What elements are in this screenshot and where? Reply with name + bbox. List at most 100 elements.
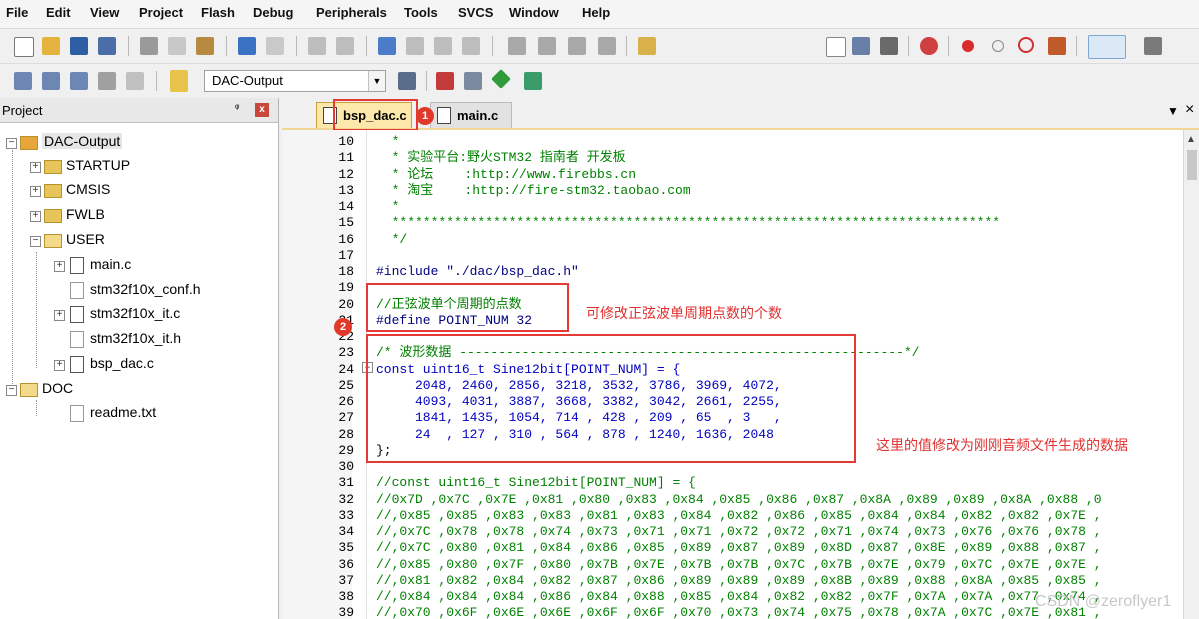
uncomment-icon[interactable] [598, 37, 616, 55]
settings-wrench-icon[interactable] [1144, 37, 1162, 55]
code-line[interactable]: //,0x84 ,0x84 ,0x84 ,0x86 ,0x84 ,0x88 ,0… [376, 589, 1102, 605]
menu-project[interactable]: Project [139, 5, 183, 20]
open-icon[interactable] [42, 37, 60, 55]
rebuild-icon[interactable] [42, 72, 60, 90]
cut-icon[interactable] [140, 37, 158, 55]
code-line[interactable]: * 实验平台:野火STM32 指南者 开发板 [376, 150, 626, 166]
tree-group-doc[interactable]: − DOC [6, 380, 206, 402]
tree-root[interactable]: − DAC-Output [6, 133, 266, 155]
code-line[interactable]: //,0x85 ,0x85 ,0x83 ,0x83 ,0x81 ,0x83 ,0… [376, 508, 1102, 524]
expand-icon[interactable]: + [30, 162, 41, 173]
nav-back-icon[interactable] [308, 37, 326, 55]
next-bookmark-icon[interactable] [434, 37, 452, 55]
menu-flash[interactable]: Flash [201, 5, 235, 20]
build-icon[interactable] [14, 72, 32, 90]
menu-help[interactable]: Help [582, 5, 610, 20]
code-line[interactable]: //0x7D ,0x7C ,0x7E ,0x81 ,0x80 ,0x83 ,0x… [376, 492, 1102, 508]
tree-file-it-h[interactable]: stm32f10x_it.h [54, 330, 254, 352]
save-all-icon[interactable] [98, 37, 116, 55]
debug-session-icon[interactable] [920, 37, 938, 55]
menu-debug[interactable]: Debug [253, 5, 293, 20]
pack-installer-icon[interactable] [464, 72, 482, 90]
unindent-icon[interactable] [538, 37, 556, 55]
tree-file-main-c[interactable]: + main.c [54, 256, 254, 278]
translate-icon[interactable] [1048, 37, 1066, 55]
collapse-icon[interactable]: − [30, 236, 41, 247]
software-packs-icon[interactable] [524, 72, 542, 90]
line-number: 34 [338, 524, 354, 539]
window-layout-icon[interactable] [1088, 35, 1126, 59]
pin-icon[interactable]: ᵠ [235, 103, 239, 114]
close-tab-icon[interactable]: × [1185, 101, 1194, 119]
find-icon[interactable] [826, 37, 846, 57]
code-line[interactable]: //,0x81 ,0x82 ,0x84 ,0x82 ,0x87 ,0x86 ,0… [376, 573, 1102, 589]
vertical-scrollbar[interactable]: ▲ [1183, 130, 1199, 619]
menu-window[interactable]: Window [509, 5, 559, 20]
menu-svcs[interactable]: SVCS [458, 5, 493, 20]
paste-icon[interactable] [196, 37, 214, 55]
menu-edit[interactable]: Edit [46, 5, 71, 20]
save-icon[interactable] [70, 37, 88, 55]
comment-icon[interactable] [568, 37, 586, 55]
menu-view[interactable]: View [90, 5, 119, 20]
menu-tools[interactable]: Tools [404, 5, 438, 20]
tree-file-readme[interactable]: readme.txt [54, 404, 254, 426]
code-line[interactable]: ****************************************… [376, 215, 1001, 231]
tree-file-it-c[interactable]: + stm32f10x_it.c [54, 305, 254, 327]
nav-forward-icon[interactable] [336, 37, 354, 55]
code-line[interactable]: * 论坛 :http://www.firebbs.cn [376, 167, 636, 183]
tree-file-bsp-dac-c[interactable]: + bsp_dac.c [54, 355, 254, 377]
stop-build-icon[interactable] [98, 72, 116, 90]
code-line[interactable]: #include "./dac/bsp_dac.h" [376, 264, 579, 280]
target-options-icon[interactable] [398, 72, 416, 90]
clear-bookmarks-icon[interactable] [462, 37, 480, 55]
breakpoint-icon[interactable] [962, 40, 974, 52]
view-icon[interactable] [852, 37, 870, 55]
indent-icon[interactable] [508, 37, 526, 55]
tree-file-conf-h[interactable]: stm32f10x_conf.h [54, 281, 254, 303]
disable-breakpoint-icon[interactable] [992, 40, 1004, 52]
undo-icon[interactable] [238, 37, 256, 55]
tree-group-fwlb[interactable]: + FWLB [30, 206, 230, 228]
close-icon[interactable]: x [255, 103, 269, 117]
download-icon[interactable] [170, 70, 188, 92]
tree-group-startup[interactable]: + STARTUP [30, 157, 230, 179]
batch-build-icon[interactable] [70, 72, 88, 90]
expand-icon[interactable]: + [30, 186, 41, 197]
new-file-icon[interactable] [14, 37, 34, 57]
code-line[interactable]: * 淘宝 :http://fire-stm32.taobao.com [376, 183, 691, 199]
target-select[interactable]: DAC-Output ▼ [204, 70, 386, 92]
select-packs-icon[interactable] [491, 69, 511, 89]
code-line[interactable]: //,0x70 ,0x6F ,0x6E ,0x6E ,0x6F ,0x6F ,0… [376, 605, 1102, 619]
expand-icon[interactable]: + [54, 261, 65, 272]
menu-peripherals[interactable]: Peripherals [316, 5, 387, 20]
config-icon[interactable] [880, 37, 898, 55]
manage-components-icon[interactable] [436, 72, 454, 90]
copy-icon[interactable] [168, 37, 186, 55]
code-line[interactable]: //,0x7C ,0x80 ,0x81 ,0x84 ,0x86 ,0x85 ,0… [376, 540, 1102, 556]
code-line[interactable]: */ [376, 232, 408, 248]
bookmark-icon[interactable] [378, 37, 396, 55]
tab-list-dropdown-icon[interactable]: ▼ [1167, 104, 1179, 118]
collapse-icon[interactable]: − [6, 138, 17, 149]
code-line[interactable]: //,0x85 ,0x80 ,0x7F ,0x80 ,0x7B ,0x7E ,0… [376, 557, 1102, 573]
menu-file[interactable]: File [6, 5, 28, 20]
code-line[interactable]: //,0x7C ,0x78 ,0x78 ,0x74 ,0x73 ,0x71 ,0… [376, 524, 1102, 540]
collapse-icon[interactable]: − [6, 385, 17, 396]
tree-group-user[interactable]: − USER [30, 231, 230, 253]
tree-group-cmsis[interactable]: + CMSIS [30, 181, 230, 203]
code-line[interactable]: //const uint16_t Sine12bit[POINT_NUM] = … [376, 475, 696, 491]
prev-bookmark-icon[interactable] [406, 37, 424, 55]
expand-icon[interactable]: + [54, 310, 65, 321]
redo-icon[interactable] [266, 37, 284, 55]
options-icon[interactable] [126, 72, 144, 90]
scroll-thumb[interactable] [1187, 150, 1197, 180]
scroll-up-icon[interactable]: ▲ [1186, 134, 1196, 145]
code-line[interactable]: * [376, 199, 400, 215]
code-line[interactable]: * [376, 134, 400, 150]
expand-icon[interactable]: + [30, 211, 41, 222]
tab-main-c[interactable]: main.c [430, 102, 512, 128]
expand-icon[interactable]: + [54, 360, 65, 371]
find-in-files-icon[interactable] [638, 37, 656, 55]
kill-breakpoints-icon[interactable] [1018, 37, 1034, 53]
